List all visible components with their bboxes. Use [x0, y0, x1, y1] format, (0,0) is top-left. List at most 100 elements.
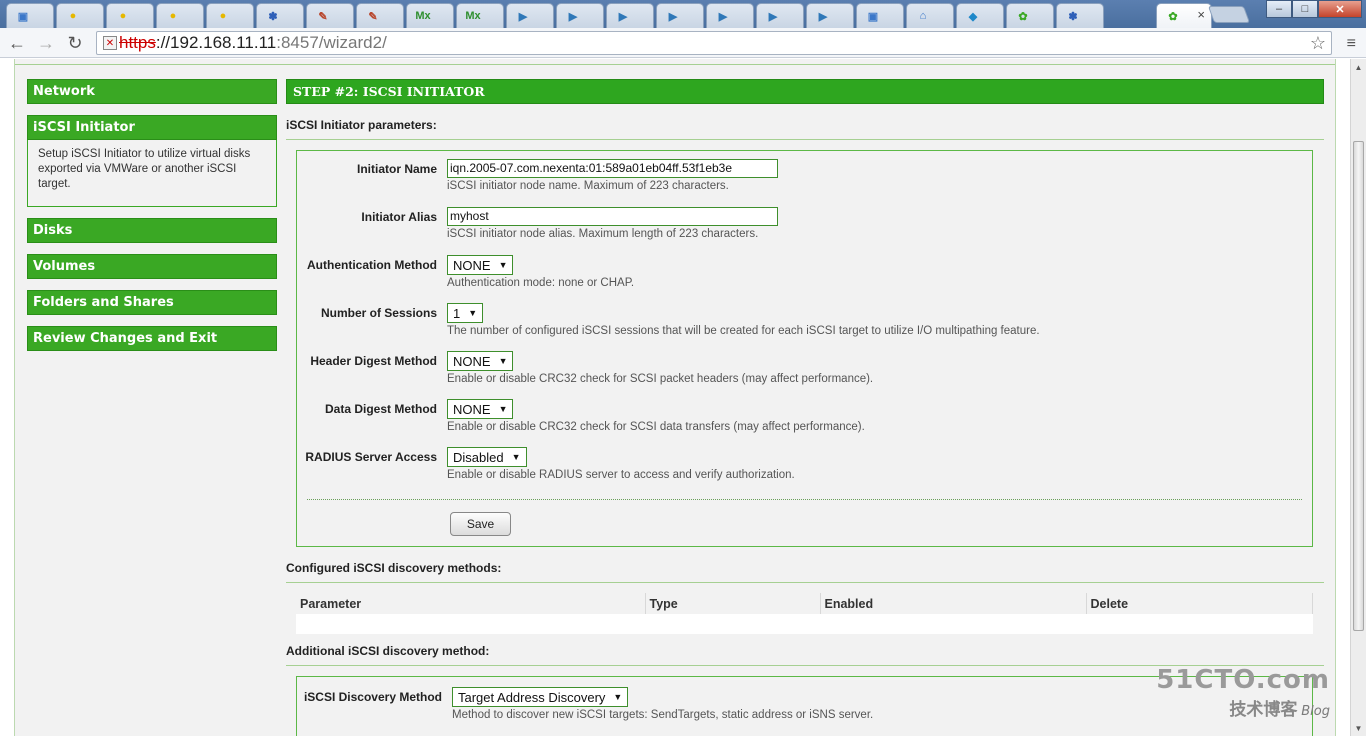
form-row-initiator-alias: Initiator Alias myhost iSCSI initiator n… [297, 207, 1312, 255]
field-hint: The number of configured iSCSI sessions … [447, 325, 1040, 337]
sidebar-item-description: Setup iSCSI Initiator to utilize virtual… [27, 140, 277, 207]
field-label: Initiator Alias [361, 210, 437, 224]
select-value: NONE [453, 353, 491, 369]
dropdown-arrow-icon: ▼ [468, 308, 478, 318]
field-label: Number of Sessions [320, 306, 437, 320]
field-hint: iSCSI initiator node name. Maximum of 22… [447, 180, 729, 192]
browser-tab[interactable]: ▶ [806, 3, 854, 28]
sessions-select[interactable]: 1 ▼ [447, 303, 484, 323]
tab-close-icon[interactable]: × [1197, 7, 1205, 22]
reload-icon[interactable]: ↻ [64, 32, 86, 54]
dropdown-arrow-icon: ▼ [498, 356, 508, 366]
url-host: 192.168.11.11 [170, 33, 277, 52]
wizard-main: STEP #2: ISCSI INITIATOR iSCSI Initiator… [286, 79, 1324, 736]
play-icon: ▶ [668, 10, 678, 23]
column-header-enabled[interactable]: Enabled [820, 593, 1087, 614]
dropdown-arrow-icon: ▼ [498, 260, 508, 270]
paw-icon: ✽ [1068, 10, 1078, 23]
field-hint: Authentication mode: none or CHAP. [447, 277, 635, 289]
play-icon: ▶ [618, 10, 628, 23]
browser-tab[interactable]: ▶ [556, 3, 604, 28]
forward-icon[interactable]: → [35, 32, 57, 54]
field-label: Data Digest Method [324, 402, 437, 416]
browser-tab[interactable]: ▣ [856, 3, 904, 28]
mx-icon: Mx [465, 10, 481, 22]
browser-tab[interactable]: ◆ [956, 3, 1004, 28]
nexenta-icon: ✿ [1168, 10, 1178, 23]
scroll-down-icon[interactable]: ▼ [1351, 720, 1366, 736]
back-icon[interactable]: ← [6, 32, 28, 54]
field-hint: Enable or disable RADIUS server to acces… [447, 469, 795, 481]
play-icon: ▶ [518, 10, 528, 23]
close-window-button[interactable]: ✕ [1318, 0, 1362, 18]
column-header-delete[interactable]: Delete [1086, 593, 1313, 614]
sidebar-item-disks[interactable]: Disks [27, 218, 277, 243]
step-title: STEP #2: ISCSI INITIATOR [286, 79, 1324, 104]
yellow-app-icon: ● [119, 10, 127, 22]
browser-tab[interactable]: ▶ [506, 3, 554, 28]
select-value: Disabled [453, 449, 504, 465]
discovery-method-select[interactable]: Target Address Discovery ▼ [452, 687, 629, 707]
menu-icon[interactable]: ≡ [1347, 35, 1356, 53]
auth-method-select[interactable]: NONE ▼ [447, 255, 514, 275]
browser-tab[interactable]: ▣ [6, 3, 54, 28]
yellow-app-icon: ● [169, 10, 177, 22]
initiator-name-input[interactable]: iqn.2005-07.com.nexenta:01:589a01eb04ff.… [447, 159, 778, 178]
url-scheme: https [119, 33, 156, 52]
sidebar-item-iscsi-initiator[interactable]: iSCSI Initiator [27, 115, 277, 140]
watermark: 51CTO.com 技术博客 Blog [1156, 665, 1330, 720]
browser-tab-bar: ▣ ● ● ● ● ✽ ✎ ✎ Mx Mx ▶ ▶ ▶ ▶ ▶ ▶ ▶ ▣ ⌂ ◆ ✿ ✽ ✿ × – □ ✕ [0, 0, 1366, 28]
field-label: RADIUS Server Access [305, 450, 437, 464]
save-button[interactable]: Save [450, 512, 511, 536]
window-controls: – □ ✕ [1266, 0, 1362, 18]
scroll-thumb[interactable] [1353, 141, 1364, 631]
browser-tab[interactable]: ▶ [756, 3, 804, 28]
browser-tab[interactable]: Mx [456, 3, 504, 28]
field-hint: iSCSI initiator node alias. Maximum leng… [447, 228, 759, 240]
browser-tab[interactable]: ● [156, 3, 204, 28]
insecure-lock-icon[interactable]: ✕ [103, 36, 117, 50]
browser-tab[interactable]: ✽ [256, 3, 304, 28]
watermark-blog-cn: 技术博客 [1229, 700, 1298, 720]
browser-tab[interactable]: ▶ [656, 3, 704, 28]
sidebar-item-network[interactable]: Network [27, 79, 277, 104]
browser-tab[interactable]: ✎ [306, 3, 354, 28]
data-digest-select[interactable]: NONE ▼ [447, 399, 514, 419]
browser-toolbar: ← → ↻ ✕ https :// 192.168.11.11 :8457 /w… [0, 28, 1366, 58]
browser-tab[interactable]: ✽ [1056, 3, 1104, 28]
bookmark-star-icon[interactable]: ☆ [1310, 33, 1326, 54]
document-icon: ▣ [17, 10, 29, 23]
browser-tab[interactable]: ✎ [356, 3, 404, 28]
browser-tab[interactable]: ✿ [1006, 3, 1054, 28]
play-icon: ▶ [768, 10, 778, 23]
radius-access-select[interactable]: Disabled ▼ [447, 447, 527, 467]
table-header-row: Parameter Type Enabled Delete [296, 593, 1313, 614]
mx-icon: Mx [415, 10, 431, 22]
sidebar-item-folders-and-shares[interactable]: Folders and Shares [27, 290, 277, 315]
browser-tab[interactable]: ▶ [706, 3, 754, 28]
browser-tab[interactable]: ▶ [606, 3, 654, 28]
page-scrollbar[interactable]: ▲ ▼ [1350, 59, 1366, 736]
scroll-up-icon[interactable]: ▲ [1351, 59, 1366, 75]
browser-tab[interactable]: ● [206, 3, 254, 28]
page-viewport: Network iSCSI Initiator Setup iSCSI Init… [0, 59, 1350, 736]
home-icon: ⌂ [919, 10, 927, 22]
top-divider [15, 59, 1335, 65]
maximize-button[interactable]: □ [1292, 0, 1318, 18]
active-tab[interactable]: ✿ × [1156, 3, 1212, 28]
form-row-sessions: Number of Sessions 1 ▼ The number of conf… [297, 303, 1312, 351]
minimize-button[interactable]: – [1266, 0, 1292, 18]
column-header-type[interactable]: Type [645, 593, 821, 614]
address-bar[interactable]: ✕ https :// 192.168.11.11 :8457 /wizard2… [96, 31, 1332, 55]
browser-tab[interactable]: ● [106, 3, 154, 28]
column-header-parameter[interactable]: Parameter [296, 593, 646, 614]
initiator-alias-input[interactable]: myhost [447, 207, 778, 226]
header-digest-select[interactable]: NONE ▼ [447, 351, 514, 371]
initiator-params-form: Initiator Name iqn.2005-07.com.nexenta:0… [296, 150, 1313, 547]
sidebar-item-volumes[interactable]: Volumes [27, 254, 277, 279]
browser-tab[interactable]: ● [56, 3, 104, 28]
sidebar-item-review-changes[interactable]: Review Changes and Exit [27, 326, 277, 351]
browser-tab[interactable]: Mx [406, 3, 454, 28]
new-tab-button[interactable] [1207, 6, 1251, 23]
browser-tab[interactable]: ⌂ [906, 3, 954, 28]
